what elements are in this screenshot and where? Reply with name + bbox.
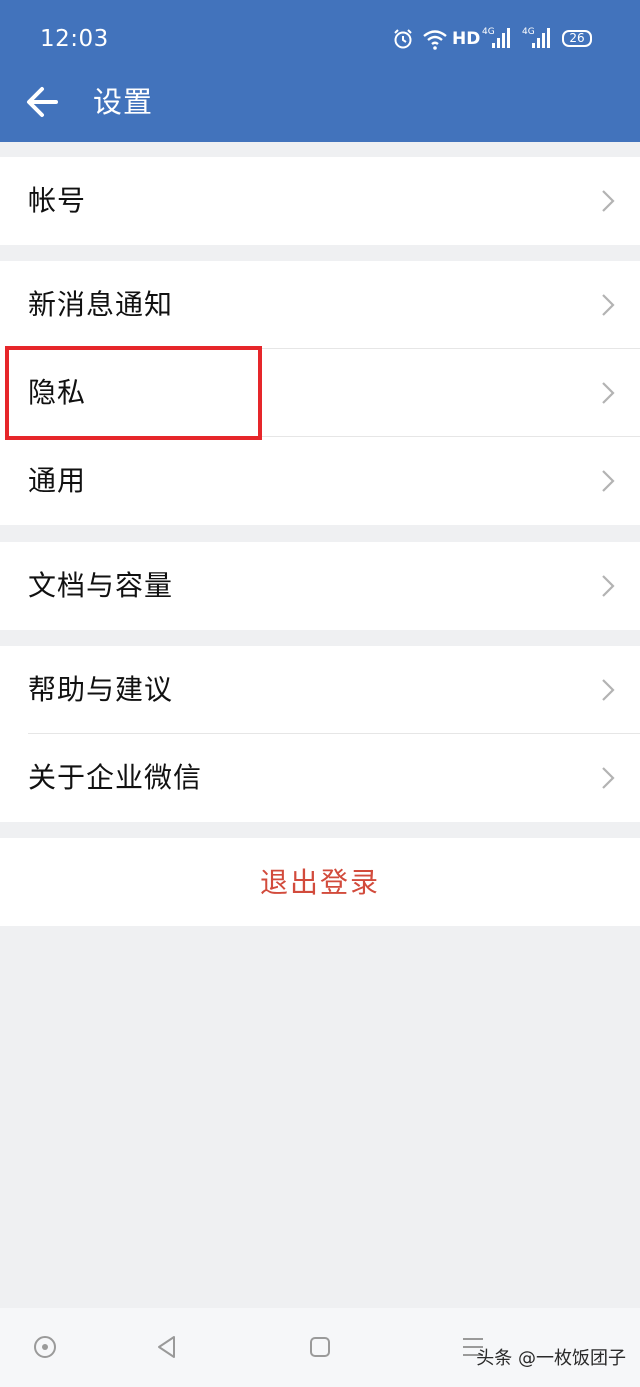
chevron-right-icon [602,470,615,492]
system-nav-bar: 头条 @一枚饭团子 [0,1308,640,1387]
arrow-left-icon [27,87,58,117]
status-time: 12:03 [40,26,109,52]
settings-group-main: 新消息通知 隐私 通用 [0,261,640,525]
settings-item-general[interactable]: 通用 [0,437,640,525]
settings-item-label: 帮助与建议 [28,673,174,706]
logout-label: 退出登录 [259,866,380,899]
chevron-right-icon [602,575,615,597]
back-button[interactable] [18,78,68,126]
chevron-right-icon [602,382,615,404]
settings-group-storage: 文档与容量 [0,542,640,630]
back-triangle-icon[interactable] [152,1332,182,1362]
status-bar: 12:03 HD 4G 4G 26 [0,0,640,76]
chevron-right-icon [602,767,615,789]
title-bar: 设置 [0,76,640,142]
settings-item-label: 关于企业微信 [28,761,203,794]
settings-item-label: 隐私 [28,376,87,409]
alarm-icon [394,29,412,49]
settings-group-account: 帐号 [0,157,640,245]
chevron-right-icon [602,294,615,316]
settings-item-storage[interactable]: 文档与容量 [0,542,640,630]
settings-item-help[interactable]: 帮助与建议 [0,646,640,734]
settings-item-about[interactable]: 关于企业微信 [0,734,640,822]
page-title: 设置 [93,85,154,119]
status-icons: HD 4G 4G 26 [392,24,602,54]
signal-icon [532,28,550,48]
battery-icon: 26 [562,30,592,47]
chevron-right-icon [602,190,615,212]
settings-item-label: 帐号 [28,184,87,217]
signal-icon [492,28,510,48]
wifi-icon [423,30,447,50]
settings-item-account[interactable]: 帐号 [0,157,640,245]
logout-button[interactable]: 退出登录 [0,838,640,926]
hd-indicator: HD [452,29,481,49]
settings-group-help: 帮助与建议 关于企业微信 [0,646,640,822]
battery-level: 26 [569,31,585,45]
settings-item-label: 通用 [28,464,87,497]
settings-item-notifications[interactable]: 新消息通知 [0,261,640,349]
watermark: 头条 @一枚饭团子 [476,1348,626,1369]
home-square-icon[interactable] [305,1332,335,1362]
settings-item-privacy[interactable]: 隐私 [0,349,640,437]
chevron-right-icon [602,679,615,701]
settings-item-label: 新消息通知 [28,288,174,321]
settings-item-label: 文档与容量 [28,569,174,602]
assistant-icon[interactable] [30,1332,60,1362]
